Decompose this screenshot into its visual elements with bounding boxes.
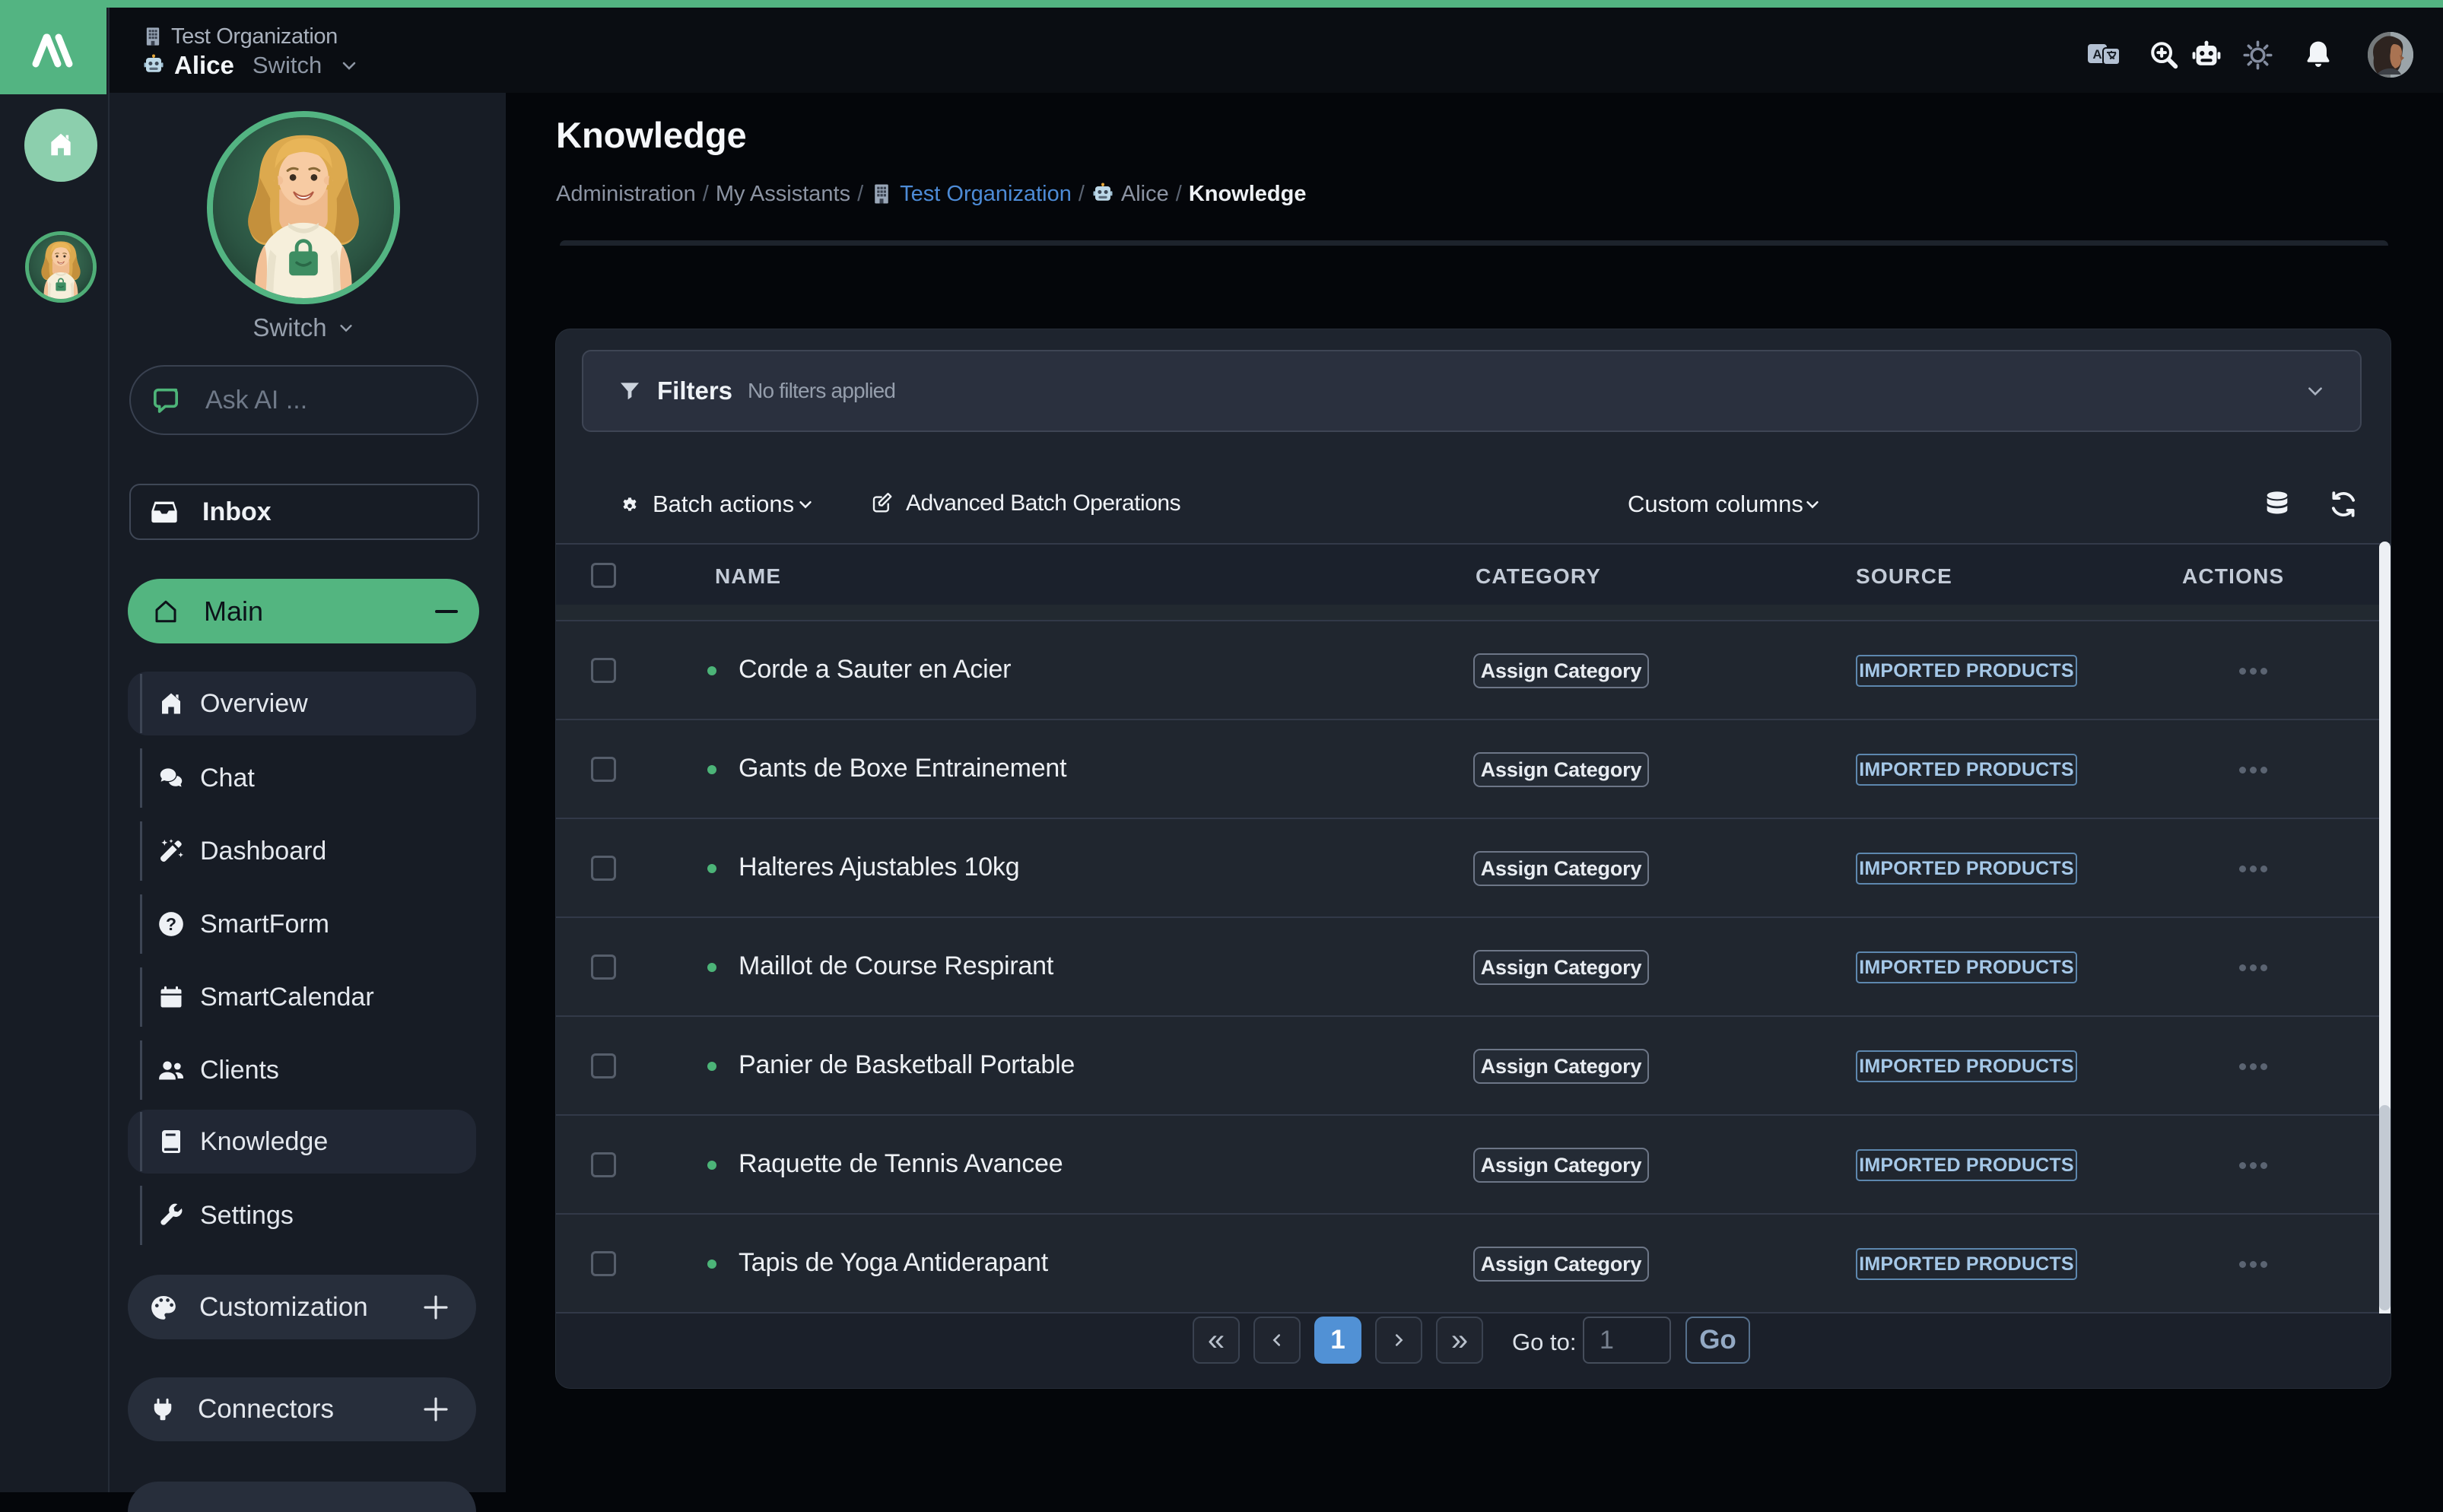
svg-text:A: A bbox=[2092, 47, 2101, 62]
svg-text:?: ? bbox=[166, 914, 176, 934]
